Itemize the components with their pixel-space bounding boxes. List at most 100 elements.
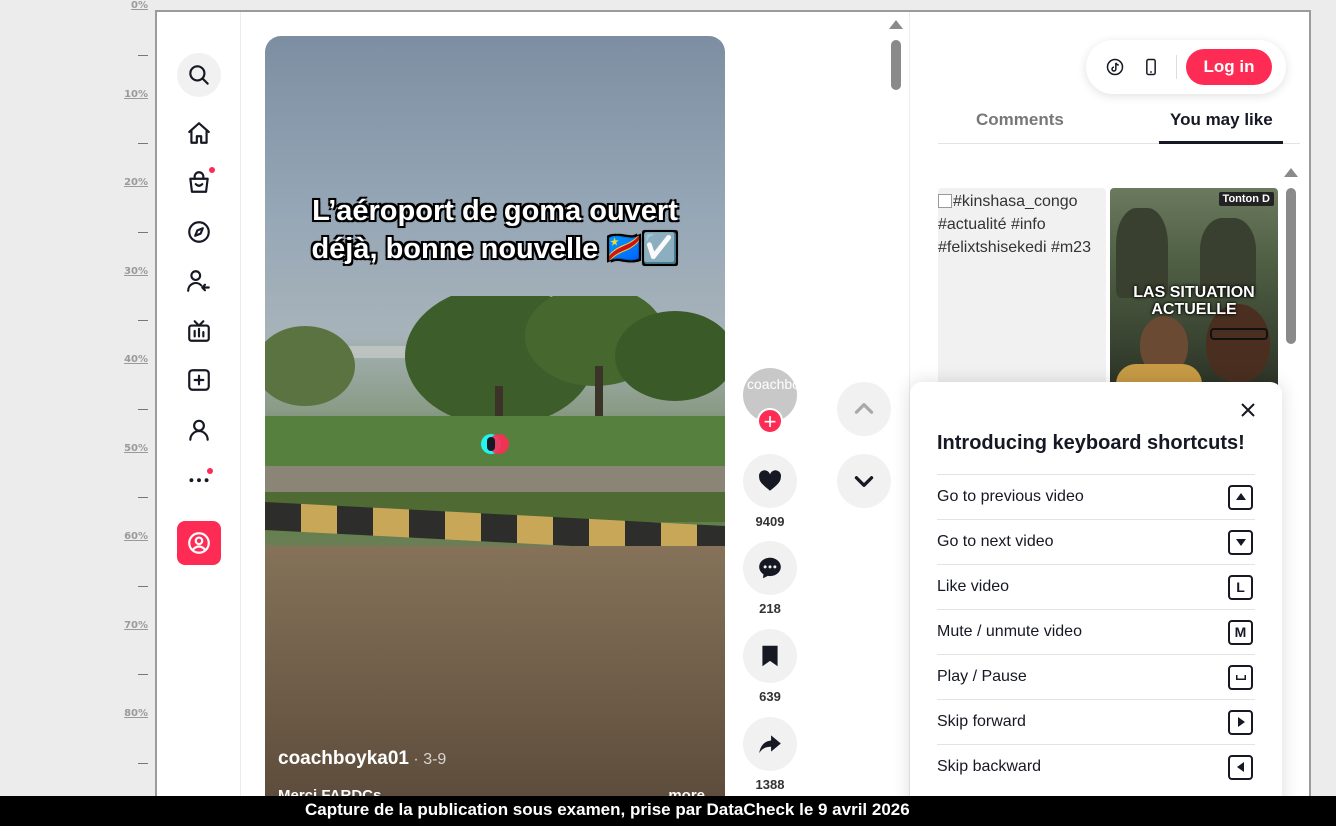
shortcut-label: Like video [937,578,1010,595]
home-icon [188,122,210,144]
shortcut-label: Go to next video [937,533,1054,550]
video-date: · 3-9 [408,751,447,768]
shortcut-label: Mute / unmute video [937,623,1082,640]
ruler-label: 20% [124,177,148,188]
divider [1176,55,1177,79]
panel-tabs: Comments You may like [938,100,1300,144]
person-icon [189,419,209,441]
scrollbar-thumb[interactable] [1286,188,1296,344]
search-button[interactable] [177,53,221,97]
sidebar-item-home[interactable] [177,111,221,155]
avatar-alt-text: coachboyka01 [747,376,797,392]
sidebar-item-more[interactable] [177,456,221,500]
ruler-label: 0% [131,0,148,11]
ruler-label: 40% [124,354,148,365]
ruler-tick [138,586,148,587]
close-icon [1241,403,1255,417]
bookmark-icon [762,645,778,667]
feed-scrollbar[interactable] [889,16,903,106]
keyboard-shortcuts-popup: Introducing keyboard shortcuts! Go to pr… [910,382,1282,808]
key-arrow-down-icon [1228,529,1253,555]
like-button[interactable] [743,454,797,508]
action-bar: coachboyka01 + 9409 218 639 1388 [743,12,797,808]
video-player[interactable]: L’aéroport de goma ouvert déjà, bonne no… [265,36,725,808]
suggested-video-thumbnail[interactable]: #kinshasa_congo #actualité #info #felixt… [938,188,1106,388]
key-arrow-right-icon [1228,709,1253,735]
chevron-up-icon [854,403,874,414]
search-icon [189,65,209,85]
comment-icon [759,557,781,579]
author-name[interactable]: coachboyka01 [278,748,409,769]
heart-icon [759,470,782,491]
share-button[interactable] [743,717,797,771]
ruler-tick [138,320,148,321]
video-author[interactable]: coachboyka01 · 3-9 [278,748,446,770]
ruler-label: 70% [124,620,148,631]
tv-icon [188,320,210,342]
sidebar-item-following[interactable] [177,259,221,303]
share-icon [759,735,781,754]
follow-button[interactable]: + [757,408,783,434]
ruler-tick [138,674,148,675]
browser-viewport: L’aéroport de goma ouvert déjà, bonne no… [155,10,1311,810]
ruler-label: 10% [124,89,148,100]
shopping-bag-icon [189,171,209,193]
sidebar-item-explore[interactable] [177,210,221,254]
next-video-button[interactable] [837,454,891,508]
video-ground [265,546,725,808]
tiktok-logo-button[interactable] [1103,55,1127,79]
tab-you-may-like[interactable]: You may like [1170,110,1273,130]
save-button[interactable] [743,629,797,683]
ruler-tick [138,232,148,233]
chevron-down-icon [854,476,874,487]
shortcut-row: Mute / unmute video M [937,609,1255,654]
key-l: L [1228,574,1253,600]
compass-icon [188,221,210,243]
share-count: 1388 [755,777,785,792]
suggested-video-thumbnail[interactable]: Tonton D LAS SITUATION ACTUELLE [1110,188,1278,388]
ruler-tick [138,143,148,144]
shortcut-row: Skip backward [937,744,1255,789]
video-overlay-text: L’aéroport de goma ouvert [312,195,678,227]
shortcut-row: Skip forward [937,699,1255,744]
key-arrow-up-icon [1228,484,1253,510]
panel-scrollbar[interactable] [1284,166,1298,346]
mobile-phone-icon [1146,58,1156,76]
sidebar-item-profile[interactable] [177,408,221,452]
shortcut-list: Go to previous video Go to next video Li… [937,474,1255,789]
tab-comments[interactable]: Comments [976,110,1064,130]
scroll-up-arrow-icon[interactable] [1284,168,1298,177]
scrollbar-thumb[interactable] [891,40,901,90]
account-button[interactable] [177,521,221,565]
tiktok-icon [1106,58,1124,76]
comment-count: 218 [759,601,781,616]
sidebar-item-upload[interactable] [177,358,221,402]
account-circle-icon [188,532,210,554]
sidebar [157,12,241,808]
notification-dot [207,468,213,474]
sidebar-item-shop[interactable] [177,160,221,204]
shortcut-row: Like video L [937,564,1255,609]
popup-title: Introducing keyboard shortcuts! [937,432,1245,454]
sidebar-item-live[interactable] [177,309,221,353]
ruler-tick [138,55,148,56]
scroll-up-arrow-icon[interactable] [889,20,903,29]
comment-button[interactable] [743,541,797,595]
shortcut-label: Skip backward [937,758,1042,775]
like-count: 9409 [755,514,785,529]
shortcut-row: Go to previous video [937,474,1255,519]
percentage-ruler: 0% 10% 20% 30% 40% 50% 60% 70% 80% [0,0,155,796]
get-app-button[interactable] [1139,55,1163,79]
previous-video-button[interactable] [837,382,891,436]
close-button[interactable] [1238,400,1258,420]
ruler-label: 60% [124,531,148,542]
shortcut-label: Play / Pause [937,668,1027,685]
key-m: M [1228,619,1253,645]
shortcut-label: Go to previous video [937,488,1084,505]
broken-image-icon [938,194,952,208]
ruler-tick [138,409,148,410]
login-button[interactable]: Log in [1186,49,1272,85]
thumbnail-alt-text: #kinshasa_congo #actualité #info #felixt… [938,193,1091,256]
channel-badge: Tonton D [1218,192,1274,206]
ruler-label: 80% [124,708,148,719]
